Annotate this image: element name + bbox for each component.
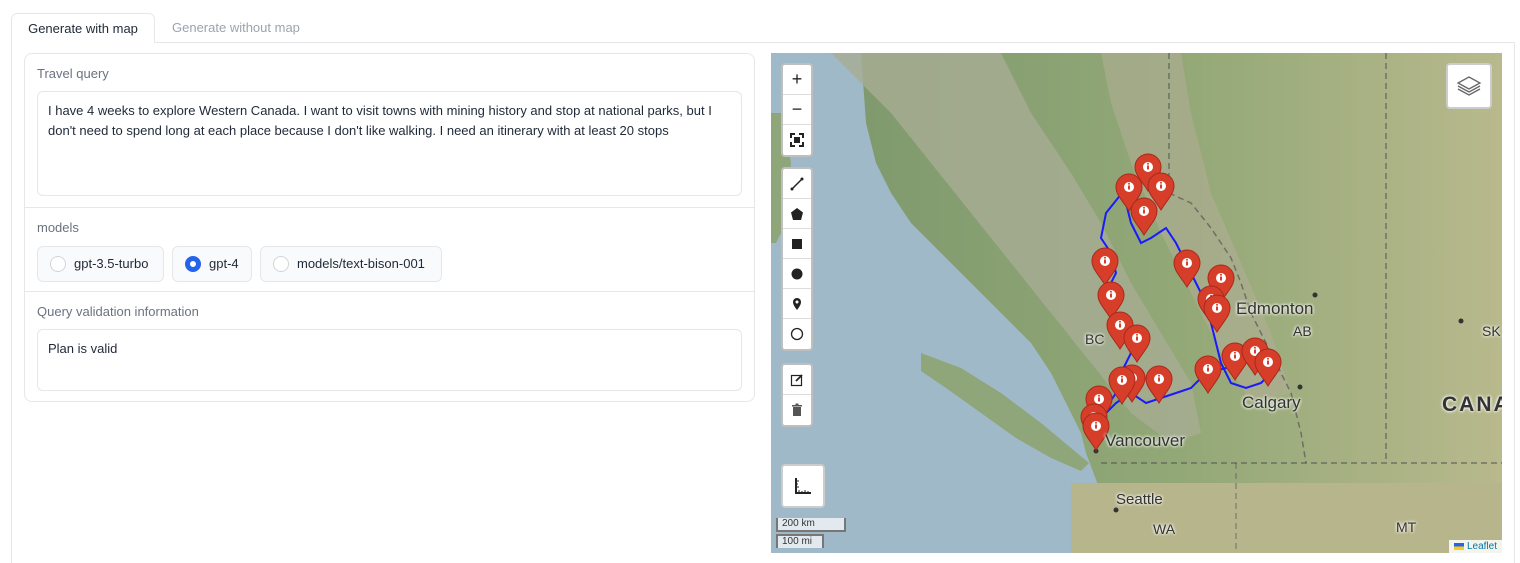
map-marker[interactable] <box>1145 365 1173 404</box>
travel-query-block: Travel query I have 4 weeks to explore W… <box>25 54 754 207</box>
rectangle-icon <box>792 238 802 249</box>
draw-toolbar <box>781 167 813 351</box>
ukraine-flag-icon <box>1453 542 1464 550</box>
radio-text-bison-001[interactable]: models/text-bison-001 <box>260 246 442 282</box>
models-block: models gpt-3.5-turbo gpt-4 models/text-b… <box>25 207 754 291</box>
map-marker[interactable] <box>1203 294 1231 333</box>
map-view[interactable]: Edmonton AB SK BC Calgary CANA Vancouver… <box>771 53 1502 553</box>
radio-gpt-4[interactable]: gpt-4 <box>172 246 252 282</box>
edit-layers-button[interactable] <box>783 365 811 395</box>
map-marker[interactable] <box>1123 324 1151 363</box>
map-label-canada: CANA <box>1442 393 1502 416</box>
travel-query-label: Travel query <box>37 66 109 81</box>
map-label-edmonton: Edmonton <box>1236 299 1314 318</box>
map-marker[interactable] <box>1194 355 1222 394</box>
fullscreen-icon <box>790 133 804 147</box>
radio-circle <box>50 256 66 272</box>
validation-output: Plan is valid <box>37 329 742 391</box>
tab-generate-without-map[interactable]: Generate without map <box>156 13 316 43</box>
draw-circle-button[interactable] <box>783 259 811 289</box>
leaflet-attribution[interactable]: Leaflet <box>1448 540 1502 553</box>
edit-toolbar <box>781 363 813 427</box>
marker-icon <box>793 297 801 310</box>
draw-polygon-button[interactable] <box>783 199 811 229</box>
travel-query-input[interactable]: I have 4 weeks to explore Western Canada… <box>37 91 742 196</box>
map-label-seattle: Seattle <box>1116 491 1163 508</box>
tab-generate-with-map[interactable]: Generate with map <box>11 13 155 43</box>
trash-icon <box>792 403 802 416</box>
scale-mi: 100 mi <box>776 534 824 548</box>
radio-circle-checked <box>185 256 201 272</box>
query-form: Travel query I have 4 weeks to explore W… <box>24 53 755 402</box>
polyline-icon <box>790 177 804 190</box>
models-label: models <box>37 220 79 235</box>
map-marker[interactable] <box>1173 249 1201 288</box>
circle-icon <box>791 268 803 279</box>
radio-label: gpt-3.5-turbo <box>74 256 149 271</box>
validation-label: Query validation information <box>37 304 199 319</box>
edit-icon <box>790 373 803 386</box>
draw-circlemarker-button[interactable] <box>783 319 811 349</box>
zoom-out-button[interactable]: − <box>783 95 811 125</box>
map-marker[interactable] <box>1091 247 1119 286</box>
ruler-icon <box>795 478 811 494</box>
radio-label: gpt-4 <box>209 256 239 271</box>
scale-km: 200 km <box>776 518 846 532</box>
zoom-control: + − <box>781 63 813 157</box>
radio-label: models/text-bison-001 <box>297 256 425 271</box>
draw-rectangle-button[interactable] <box>783 229 811 259</box>
layers-icon <box>1456 76 1482 96</box>
polygon-icon <box>791 207 803 220</box>
map-label-calgary: Calgary <box>1242 393 1301 412</box>
delete-layers-button[interactable] <box>783 395 811 425</box>
map-marker[interactable] <box>1130 197 1158 236</box>
tab-bar: Generate with map Generate without map <box>11 13 1515 43</box>
draw-polyline-button[interactable] <box>783 169 811 199</box>
validation-block: Query validation information Plan is val… <box>25 291 754 401</box>
map-label-bc: BC <box>1085 331 1105 347</box>
map-label-vancouver: Vancouver <box>1105 431 1186 450</box>
zoom-in-button[interactable]: + <box>783 65 811 95</box>
models-radio-group: gpt-3.5-turbo gpt-4 models/text-bison-00… <box>37 246 737 282</box>
circlemarker-icon <box>790 327 804 341</box>
map-label-sk: SK <box>1482 323 1501 339</box>
map-label-ab: AB <box>1293 323 1312 339</box>
layers-control-button[interactable] <box>1446 63 1492 109</box>
marker-layer <box>1080 153 1282 451</box>
fullscreen-button[interactable] <box>783 125 811 155</box>
attribution-link[interactable]: Leaflet <box>1467 541 1497 552</box>
radio-gpt-3-5-turbo[interactable]: gpt-3.5-turbo <box>37 246 164 282</box>
map-marker[interactable] <box>1254 348 1282 387</box>
radio-circle <box>273 256 289 272</box>
draw-marker-button[interactable] <box>783 289 811 319</box>
map-label-mt: MT <box>1396 519 1417 535</box>
map-label-wa: WA <box>1153 521 1176 537</box>
measure-button[interactable] <box>781 464 825 508</box>
